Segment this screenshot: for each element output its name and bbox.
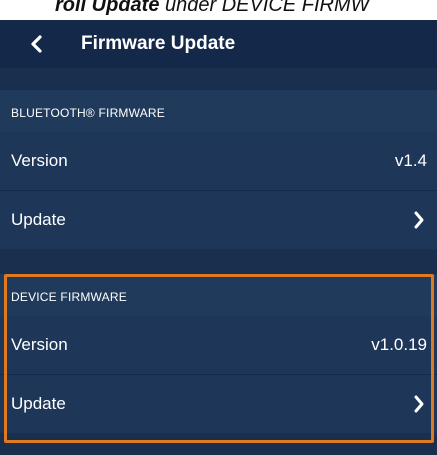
section-title: DEVICE FIRMWARE	[11, 290, 127, 304]
spacer	[0, 68, 437, 90]
version-value: v1.4	[394, 151, 427, 170]
version-label: Version	[11, 335, 68, 354]
device-update-button[interactable]: Update	[0, 375, 437, 433]
bluetooth-version-row: Version v1.4	[0, 132, 437, 190]
chevron-left-icon	[31, 35, 42, 53]
bluetooth-update-button[interactable]: Update	[0, 191, 437, 249]
version-label: Version	[11, 151, 68, 170]
section-title: BLUETOOTH® FIRMWARE	[11, 106, 165, 120]
app-bar: Firmware Update	[0, 20, 437, 68]
chevron-right-icon	[414, 211, 424, 229]
version-value: v1.0.19	[371, 335, 427, 354]
caption-rest-text: under DEVICE FIRMW	[159, 0, 370, 16]
page-title: Firmware Update	[81, 33, 236, 54]
update-label: Update	[11, 394, 66, 413]
update-label: Update	[11, 210, 66, 229]
device-version-row: Version v1.0.19	[0, 316, 437, 374]
bluetooth-firmware-header: BLUETOOTH® FIRMWARE	[0, 90, 437, 132]
caption-bold-text: roll Update	[55, 0, 160, 16]
instruction-caption: roll Update under DEVICE FIRMW	[0, 0, 437, 20]
device-firmware-header: DEVICE FIRMWARE	[0, 274, 437, 316]
chevron-right-icon	[414, 395, 424, 413]
app-screen: Firmware Update BLUETOOTH® FIRMWARE Vers…	[0, 20, 437, 455]
back-button[interactable]	[27, 31, 47, 57]
